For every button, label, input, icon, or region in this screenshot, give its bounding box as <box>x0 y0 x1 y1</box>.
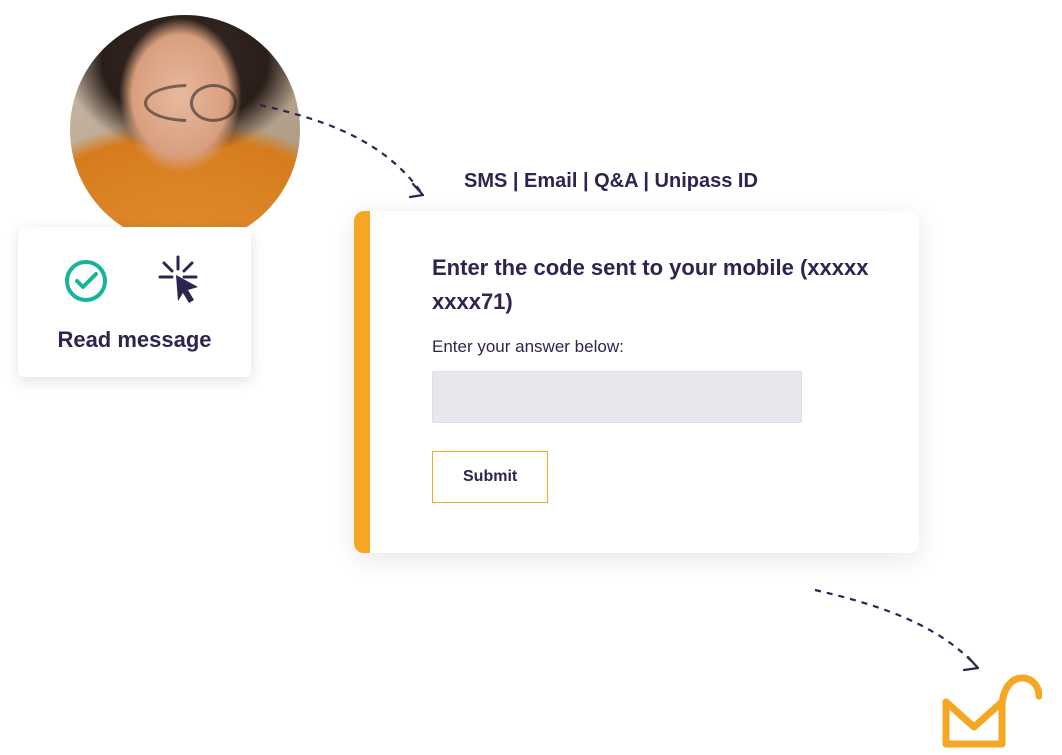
unlock-mail-icon <box>942 672 1042 750</box>
verification-section: SMS | Email | Q&A | Unipass ID Enter the… <box>354 170 919 553</box>
verification-sublabel: Enter your answer below: <box>432 337 874 357</box>
read-message-card[interactable]: Read message <box>18 227 251 377</box>
code-input[interactable] <box>432 371 802 423</box>
arrow-to-unlock-icon <box>810 580 990 680</box>
avatar <box>70 15 300 245</box>
accent-bar <box>354 211 370 553</box>
read-card-icon-row <box>38 255 231 307</box>
verification-heading: Enter the code sent to your mobile (xxxx… <box>432 251 874 319</box>
read-message-label: Read message <box>38 327 231 353</box>
auth-method-tabs[interactable]: SMS | Email | Q&A | Unipass ID <box>464 170 919 193</box>
cursor-click-icon <box>154 255 206 307</box>
verification-card: Enter the code sent to your mobile (xxxx… <box>354 211 919 553</box>
verification-body: Enter the code sent to your mobile (xxxx… <box>370 211 919 553</box>
submit-button[interactable]: Submit <box>432 451 548 503</box>
check-circle-icon <box>64 259 108 303</box>
